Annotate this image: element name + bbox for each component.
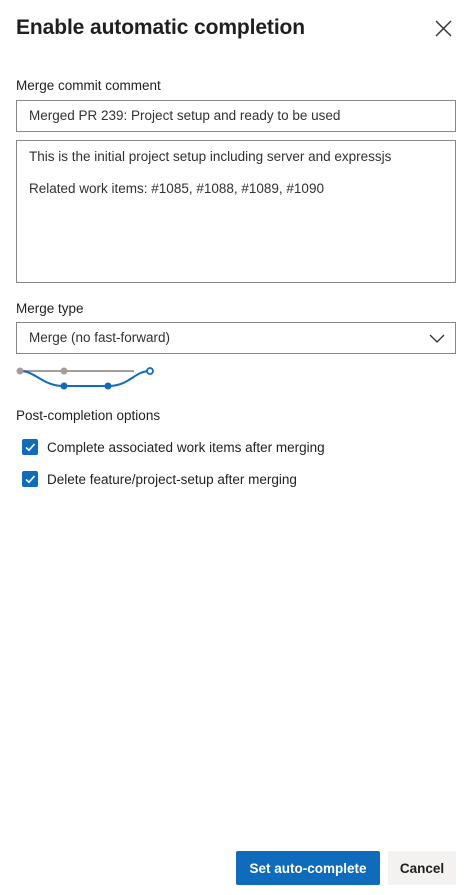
close-icon <box>435 20 452 37</box>
post-completion-label: Post-completion options <box>16 408 161 423</box>
delete-branch-checkbox[interactable]: Delete feature/project-setup after mergi… <box>22 469 297 489</box>
checkmark-icon <box>25 475 36 484</box>
checkbox-checked[interactable] <box>22 471 38 487</box>
auto-complete-dialog: Enable automatic completion Merge commit… <box>0 0 474 895</box>
checkbox-checked[interactable] <box>22 439 38 455</box>
set-auto-complete-button[interactable]: Set auto-complete <box>236 851 380 885</box>
complete-work-items-label: Complete associated work items after mer… <box>47 439 325 455</box>
merge-commit-title-input[interactable]: Merged PR 239: Project setup and ready t… <box>16 100 456 132</box>
merge-graph-icon <box>16 367 154 390</box>
cancel-button[interactable]: Cancel <box>388 851 456 885</box>
dialog-title: Enable automatic completion <box>16 16 306 39</box>
merge-commit-description-textarea[interactable]: This is the initial project setup includ… <box>16 140 456 283</box>
checkmark-icon <box>25 443 36 452</box>
close-button[interactable] <box>430 16 456 42</box>
chevron-down-icon <box>429 334 445 343</box>
merge-type-dropdown[interactable]: Merge (no fast-forward) <box>16 322 456 354</box>
complete-work-items-checkbox[interactable]: Complete associated work items after mer… <box>22 437 325 457</box>
delete-branch-label: Delete feature/project-setup after mergi… <box>47 471 297 487</box>
merge-commit-label: Merge commit comment <box>16 78 161 93</box>
merge-type-label: Merge type <box>16 301 84 316</box>
merge-type-selected: Merge (no fast-forward) <box>29 330 171 345</box>
